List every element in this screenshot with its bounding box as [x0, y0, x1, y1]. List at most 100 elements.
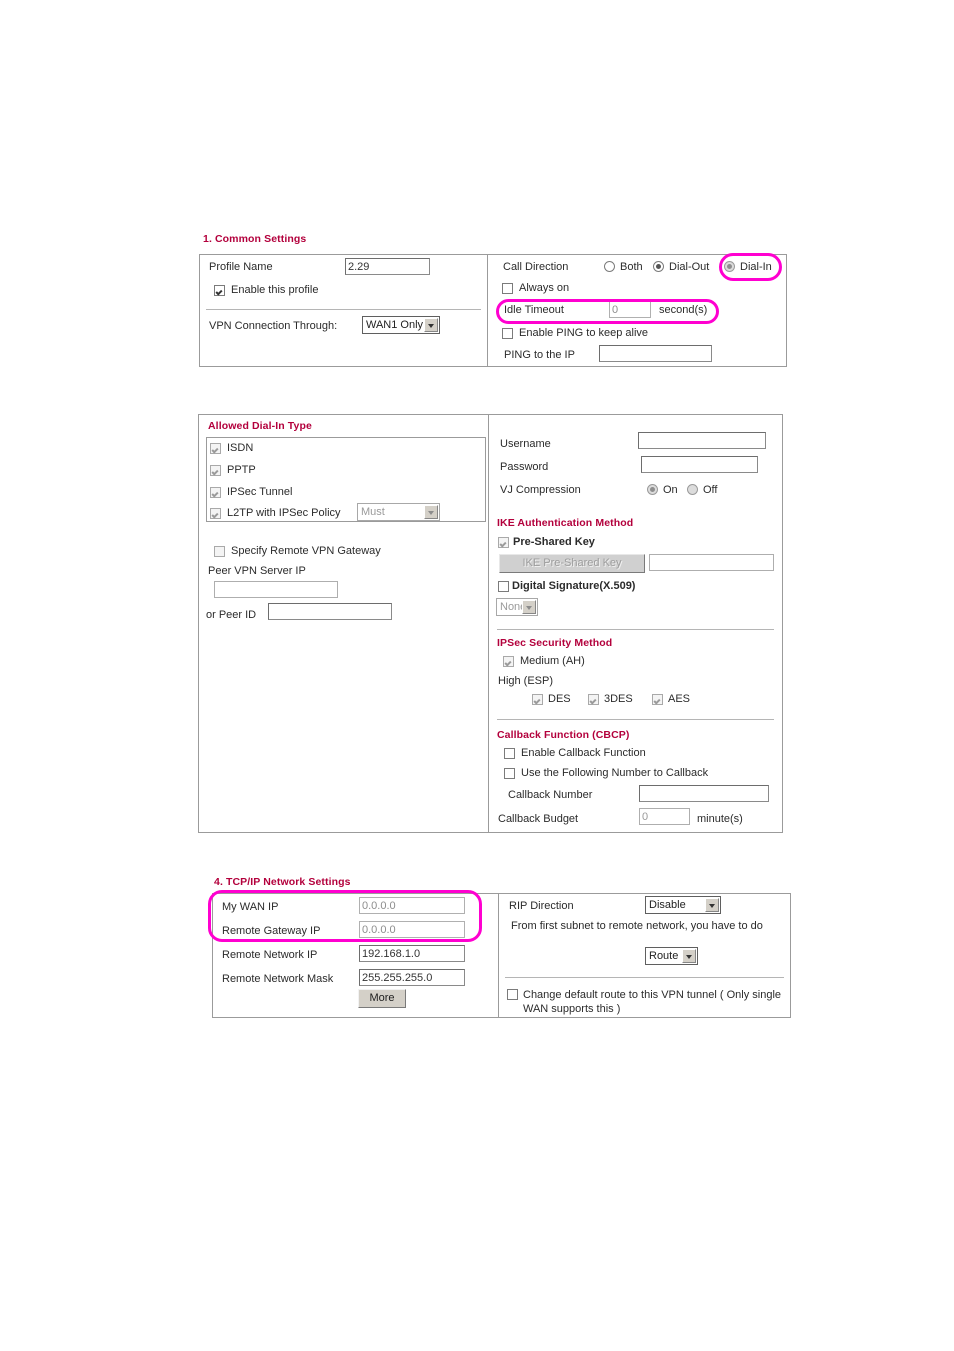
enable-this-profile-checkbox[interactable] [214, 285, 225, 296]
allowed-dialin-type-heading: Allowed Dial-In Type [208, 420, 312, 432]
profile-name-input[interactable] [345, 258, 430, 275]
vpn-connection-through-select[interactable]: WAN1 Only [362, 316, 440, 334]
change-default-route-label: Change default route to this VPN tunnel … [523, 989, 782, 1015]
callback-number-input[interactable] [639, 785, 769, 802]
my-wan-ip-input[interactable] [359, 897, 465, 914]
vj-compression-on-label: On [663, 484, 678, 496]
medium-ah-label: Medium (AH) [520, 655, 585, 667]
l2tp-ipsec-policy-value: Must [361, 506, 385, 518]
subnet-route-note: From first subnet to remote network, you… [511, 920, 763, 932]
chevron-down-icon [522, 600, 536, 614]
l2tp-ipsec-policy-select[interactable]: Must [357, 503, 440, 521]
callback-budget-input[interactable] [639, 808, 690, 825]
rip-direction-label: RIP Direction [509, 900, 574, 912]
dialin-type-ipsec-tunnel-checkbox[interactable] [210, 487, 221, 498]
password-label: Password [500, 461, 549, 473]
username-input[interactable] [638, 432, 766, 449]
peer-vpn-server-ip-label: Peer VPN Server IP [208, 565, 306, 577]
vpn-connection-through-label: VPN Connection Through: [209, 320, 338, 332]
profile-name-label: Profile Name [209, 261, 273, 273]
more-button[interactable]: More [358, 989, 406, 1008]
vj-compression-on-radio[interactable] [647, 484, 658, 495]
digital-signature-checkbox[interactable] [498, 581, 509, 592]
des-checkbox[interactable] [532, 694, 543, 705]
des-label: DES [548, 693, 571, 705]
specify-remote-vpn-gateway-label: Specify Remote VPN Gateway [231, 545, 381, 557]
idle-timeout-label: Idle Timeout [504, 304, 564, 316]
callback-budget-label: Callback Budget [498, 813, 579, 825]
vj-compression-off-radio[interactable] [687, 484, 698, 495]
aes-checkbox[interactable] [652, 694, 663, 705]
call-direction-dialout-label: Dial-Out [669, 261, 710, 273]
common-settings-vertical-divider [487, 255, 488, 366]
common-settings-horizontal-divider [206, 309, 481, 310]
digital-signature-label: Digital Signature(X.509) [512, 580, 636, 592]
enable-ping-keepalive-checkbox[interactable] [502, 328, 513, 339]
rip-direction-value: Disable [649, 899, 686, 911]
use-following-number-label: Use the Following Number to Callback [521, 767, 709, 779]
chevron-down-icon [424, 318, 438, 332]
ike-authentication-method-heading: IKE Authentication Method [497, 517, 634, 529]
dialin-type-pptp-checkbox[interactable] [210, 465, 221, 476]
call-direction-dialin-radio[interactable] [724, 261, 735, 272]
dialin-settings-vertical-divider [488, 415, 489, 832]
high-esp-label: High (ESP) [498, 675, 554, 687]
tcpip-network-settings-heading: 4. TCP/IP Network Settings [214, 876, 351, 888]
ping-to-the-ip-label: PING to the IP [504, 349, 575, 361]
or-peer-id-label: or Peer ID [206, 609, 257, 621]
pre-shared-key-label: Pre-Shared Key [513, 536, 595, 548]
always-on-label: Always on [519, 282, 570, 294]
ike-pre-shared-key-input[interactable] [649, 554, 774, 571]
call-direction-both-radio[interactable] [604, 261, 615, 272]
callback-budget-unit-label: minute(s) [697, 813, 743, 825]
remote-network-mask-input[interactable] [359, 969, 465, 986]
chevron-down-icon [682, 949, 696, 963]
rip-direction-select[interactable]: Disable [645, 896, 721, 914]
my-wan-ip-label: My WAN IP [222, 901, 279, 913]
ipsec-section-divider [497, 629, 774, 630]
vj-compression-label: VJ Compression [500, 484, 581, 496]
change-default-route-checkbox[interactable] [507, 989, 518, 1000]
idle-timeout-input[interactable] [609, 301, 651, 318]
tripledes-checkbox[interactable] [588, 694, 599, 705]
enable-callback-function-label: Enable Callback Function [521, 747, 646, 759]
dialin-type-ipsec-tunnel-label: IPSec Tunnel [227, 486, 293, 498]
ike-pre-shared-key-button[interactable]: IKE Pre-Shared Key [499, 554, 645, 573]
route-select[interactable]: Route [645, 947, 698, 965]
use-following-number-checkbox[interactable] [504, 768, 515, 779]
callback-section-divider [497, 719, 774, 720]
remote-gateway-ip-label: Remote Gateway IP [222, 925, 321, 937]
dialin-type-l2tp-label: L2TP with IPSec Policy [227, 507, 341, 519]
callback-function-heading: Callback Function (CBCP) [497, 729, 630, 741]
remote-network-ip-input[interactable] [359, 945, 465, 962]
or-peer-id-input[interactable] [268, 603, 392, 620]
always-on-checkbox[interactable] [502, 283, 513, 294]
tcpip-settings-vertical-divider [498, 894, 499, 1017]
medium-ah-checkbox[interactable] [503, 656, 514, 667]
pre-shared-key-checkbox[interactable] [498, 537, 509, 548]
idle-timeout-unit-label: second(s) [659, 304, 708, 316]
remote-network-mask-label: Remote Network Mask [222, 973, 334, 985]
remote-gateway-ip-input[interactable] [359, 921, 465, 938]
dialin-type-isdn-checkbox[interactable] [210, 443, 221, 454]
digital-signature-select[interactable]: None [496, 598, 538, 616]
ping-to-the-ip-input[interactable] [599, 345, 712, 362]
enable-callback-function-checkbox[interactable] [504, 748, 515, 759]
vpn-connection-through-value: WAN1 Only [366, 319, 424, 331]
specify-remote-vpn-gateway-checkbox[interactable] [214, 546, 225, 557]
enable-this-profile-label: Enable this profile [231, 284, 319, 296]
peer-vpn-server-ip-input[interactable] [214, 581, 338, 598]
dialin-type-l2tp-checkbox[interactable] [210, 508, 221, 519]
call-direction-dialout-radio[interactable] [653, 261, 664, 272]
tcpip-bottom-divider [505, 977, 784, 978]
dialin-type-pptp-label: PPTP [227, 464, 256, 476]
vj-compression-off-label: Off [703, 484, 718, 496]
enable-ping-keepalive-label: Enable PING to keep alive [519, 327, 649, 339]
chevron-down-icon [705, 898, 719, 912]
call-direction-label: Call Direction [503, 261, 569, 273]
password-input[interactable] [641, 456, 758, 473]
call-direction-dialin-label: Dial-In [740, 261, 772, 273]
route-select-value: Route [649, 950, 679, 962]
remote-network-ip-label: Remote Network IP [222, 949, 318, 961]
username-label: Username [500, 438, 551, 450]
